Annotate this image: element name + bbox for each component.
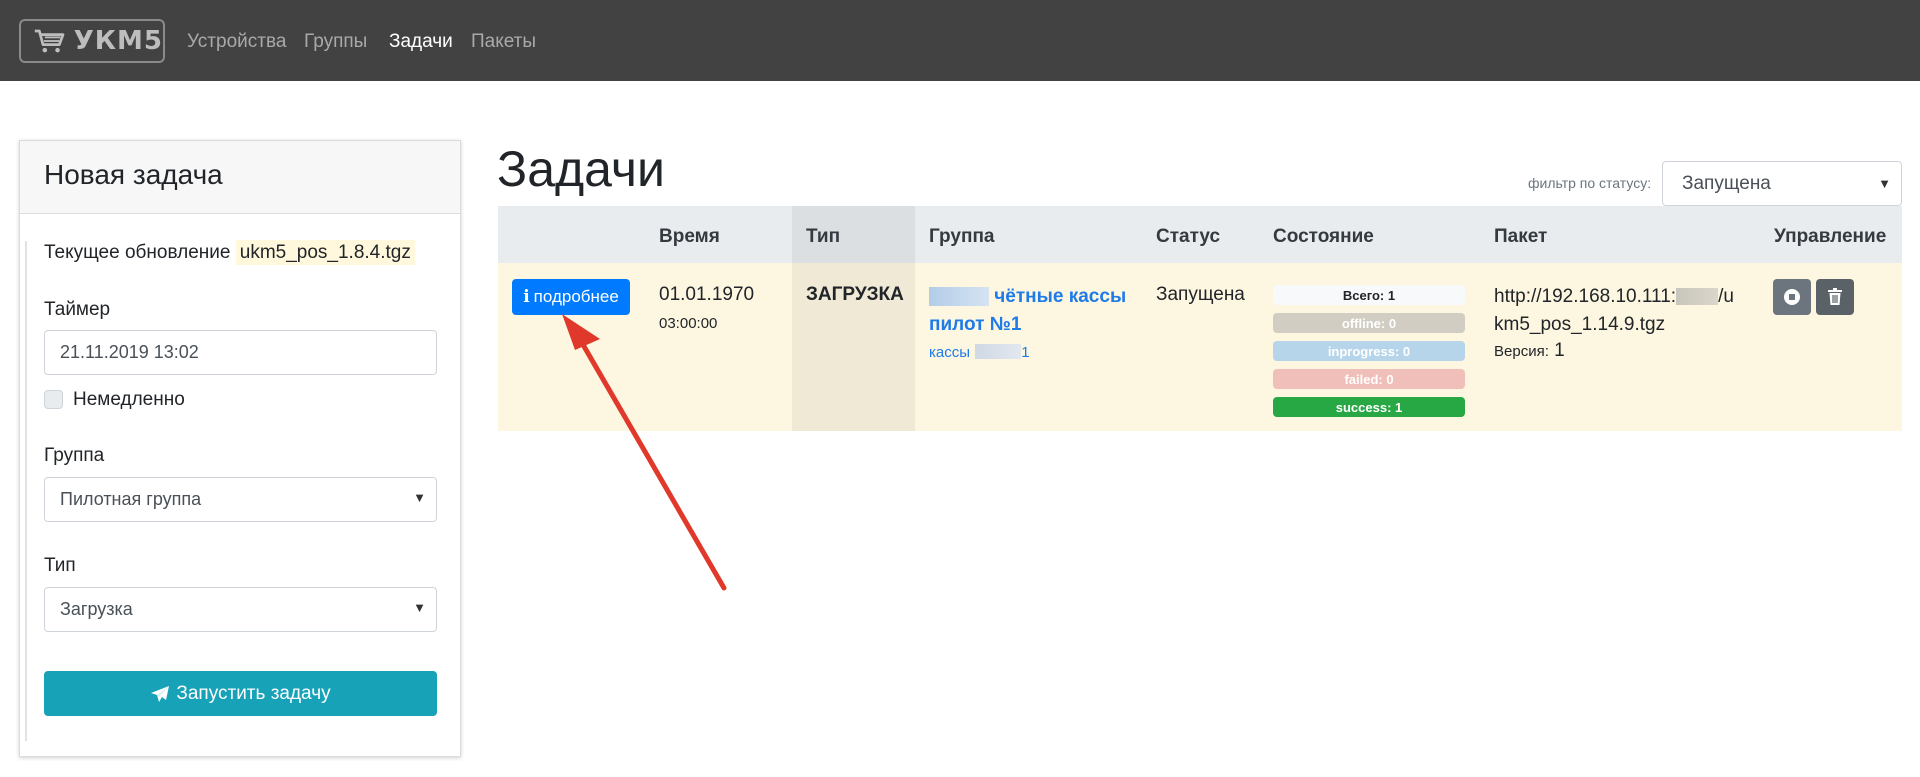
redacted-text [1676,288,1719,306]
type-select-value: Загрузка [60,599,133,619]
run-task-button[interactable]: Запустить задачу [44,671,437,716]
stop-circle-icon [1784,289,1800,305]
cart-icon [34,29,65,53]
trash-icon [1828,288,1842,305]
chevron-down-icon: ▼ [413,600,426,615]
nav-link-devices[interactable]: Устройства [187,31,286,53]
state-total-badge: Всего: 1 [1273,285,1465,305]
state-offline-badge: offline: 0 [1273,313,1465,333]
column-header-package: Пакет [1494,226,1548,247]
redacted-text [975,344,1022,360]
group-select-value: Пилотная группа [60,489,202,509]
package-url-prefix: http://192.168.10.111: [1494,286,1677,307]
status-filter-label: фильтр по статусу: [1528,175,1652,191]
column-header-time: Время [659,226,720,247]
details-label: подробнее [533,287,619,306]
group-name-part1: чётные кассы [994,286,1127,307]
immediately-checkbox[interactable] [44,390,63,409]
brand-name: УКМ5 [73,26,163,56]
state-success-badge: success: 1 [1273,397,1465,417]
version-value: 1 [1554,340,1565,361]
chevron-down-icon: ▼ [1878,176,1891,191]
column-header-controls: Управление [1774,226,1887,247]
immediately-label: Немедленно [73,389,185,410]
top-navbar: УКМ5 Устройства Группы Задачи Пакеты [0,0,1920,81]
current-update: Текущее обновление ukm5_pos_1.8.4.tgz [44,240,415,265]
info-icon: i [523,287,530,307]
column-header-type: Тип [806,226,841,247]
task-date: 01.01.1970 [659,284,755,305]
package-url-mid: /u [1718,286,1734,307]
status-filter-value: Запущена [1682,172,1771,194]
task-time: 03:00:00 [659,315,718,332]
current-update-file: ukm5_pos_1.8.4.tgz [235,240,415,265]
current-update-label: Текущее обновление [44,242,231,263]
new-task-title: Новая задача [44,159,223,190]
state-failed-badge: failed: 0 [1273,369,1465,389]
package-url: http://192.168.10.111: /u km5_pos_1.14.9.… [1494,283,1744,339]
group-label: Группа [44,445,105,466]
timer-value: 21.11.2019 13:02 [60,342,199,362]
group-link[interactable]: чётные кассы пилот №1 [929,283,1139,339]
type-label: Тип [44,555,76,576]
chevron-down-icon: ▼ [413,490,426,505]
nav-link-packages[interactable]: Пакеты [471,31,536,53]
paper-plane-icon [151,685,170,702]
new-task-card: Новая задача Текущее обновление ukm5_pos… [19,140,461,757]
group-sub-prefix: кассы [929,344,971,361]
card-divider [25,241,27,741]
group-select[interactable]: Пилотная группа ▼ [44,477,437,522]
package-version: Версия: 1 [1494,340,1565,362]
task-type: ЗАГРУЗКА [806,284,904,305]
nav-link-tasks[interactable]: Задачи [389,31,453,53]
page-title: Задачи [497,141,665,197]
group-sub-link[interactable]: кассы 1 [929,341,1030,363]
state-inprogress-badge: inprogress: 0 [1273,341,1465,361]
column-header-group: Группа [929,226,995,247]
task-status: Запущена [1156,284,1245,305]
group-sub-suffix: 1 [1021,344,1030,361]
nav-link-groups[interactable]: Группы [304,31,367,53]
run-task-label: Запустить задачу [176,682,331,704]
stop-task-button[interactable] [1773,279,1811,315]
details-button[interactable]: i подробнее [512,279,630,315]
redacted-text [929,287,989,307]
status-filter-select[interactable]: Запущена ▼ [1662,161,1902,206]
timer-input[interactable]: 21.11.2019 13:02 [44,330,437,375]
package-url-line2: km5_pos_1.14.9.tgz [1494,314,1666,335]
type-select[interactable]: Загрузка ▼ [44,587,437,632]
delete-task-button[interactable] [1816,279,1854,315]
timer-label: Таймер [44,299,111,320]
group-name-part2: пилот №1 [929,314,1022,335]
column-header-state: Состояние [1273,226,1374,247]
version-label: Версия: [1494,343,1549,360]
brand-logo[interactable]: УКМ5 [19,19,165,63]
column-header-status: Статус [1156,226,1221,247]
